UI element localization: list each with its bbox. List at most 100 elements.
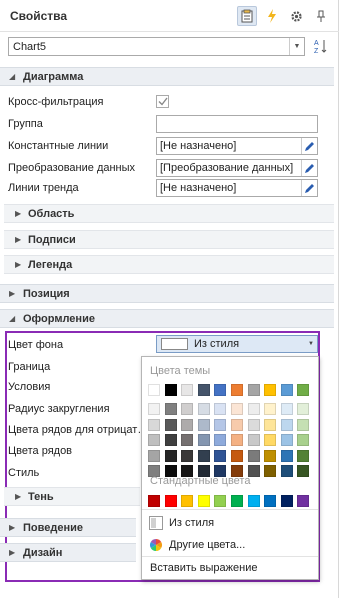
theme-shade-swatch[interactable] xyxy=(280,434,293,446)
theme-shade-swatch[interactable] xyxy=(247,434,260,446)
theme-shade-swatch[interactable] xyxy=(280,465,293,477)
prop-conditions-label: Условия xyxy=(8,381,51,393)
theme-shade-swatch[interactable] xyxy=(264,403,277,415)
theme-color-swatch[interactable] xyxy=(181,384,194,396)
theme-shade-swatch[interactable] xyxy=(148,403,160,415)
theme-shade-swatch[interactable] xyxy=(264,465,277,477)
gear-icon[interactable] xyxy=(286,6,306,26)
theme-shade-swatch[interactable] xyxy=(181,449,194,462)
theme-shade-swatch[interactable] xyxy=(214,403,227,415)
data-transform-value: [Преобразование данных] xyxy=(160,162,294,174)
standard-color-swatch[interactable] xyxy=(280,495,293,507)
subsection-area[interactable]: ▶ Область xyxy=(4,204,334,223)
subsection-legend[interactable]: ▶ Легенда xyxy=(4,255,334,274)
edit-pencil-icon[interactable] xyxy=(301,160,317,176)
theme-shade-swatch[interactable] xyxy=(214,434,227,446)
standard-color-swatch[interactable] xyxy=(214,495,227,507)
section-position[interactable]: ▶ Позиция xyxy=(0,284,334,303)
standard-color-swatch[interactable] xyxy=(247,495,260,507)
const-lines-field[interactable]: [Не назначено] xyxy=(156,137,318,155)
subsection-shadow[interactable]: ▶ Тень xyxy=(4,487,140,506)
theme-color-swatch[interactable] xyxy=(264,384,277,396)
theme-shade-swatch[interactable] xyxy=(247,403,260,415)
properties-icon[interactable] xyxy=(237,6,257,26)
theme-shade-swatch[interactable] xyxy=(247,449,260,462)
theme-shade-swatch[interactable] xyxy=(164,418,177,431)
theme-color-swatch[interactable] xyxy=(214,384,227,396)
theme-shade-swatch[interactable] xyxy=(148,449,160,462)
theme-shade-swatch[interactable] xyxy=(197,418,210,431)
theme-shade-swatch[interactable] xyxy=(231,449,243,462)
sort-az-icon[interactable]: AZ xyxy=(311,36,331,56)
theme-shade-swatch[interactable] xyxy=(297,465,310,477)
standard-color-swatch[interactable] xyxy=(197,495,210,507)
trend-lines-value: [Не назначено] xyxy=(160,182,237,194)
section-behavior[interactable]: ▶ Поведение xyxy=(0,518,136,537)
theme-shade-swatch[interactable] xyxy=(264,418,277,431)
section-diagram[interactable]: ◢ Диаграмма xyxy=(0,67,334,86)
theme-shade-swatch[interactable] xyxy=(264,449,277,462)
group-input[interactable] xyxy=(156,115,318,133)
trend-lines-field[interactable]: [Не назначено] xyxy=(156,179,318,197)
standard-color-swatch[interactable] xyxy=(264,495,277,507)
theme-color-swatch[interactable] xyxy=(164,384,177,396)
theme-color-swatch[interactable] xyxy=(247,384,260,396)
theme-shade-swatch[interactable] xyxy=(231,434,243,446)
theme-shade-swatch[interactable] xyxy=(214,449,227,462)
prop-border-label: Граница xyxy=(8,361,51,373)
cross-filter-checkbox[interactable] xyxy=(156,95,169,108)
more-colors-menu-item[interactable]: Другие цвета... xyxy=(148,535,312,555)
object-selector[interactable]: Chart5 ▼ xyxy=(8,37,305,56)
theme-shade-swatch[interactable] xyxy=(297,434,310,446)
theme-shade-swatch[interactable] xyxy=(231,418,243,431)
insert-expression-label: Вставить выражение xyxy=(150,562,258,574)
subsection-labels[interactable]: ▶ Подписи xyxy=(4,230,334,249)
theme-shade-swatch[interactable] xyxy=(164,403,177,415)
theme-shade-swatch[interactable] xyxy=(164,449,177,462)
edit-pencil-icon[interactable] xyxy=(301,180,317,196)
standard-color-swatch[interactable] xyxy=(164,495,177,507)
theme-shade-swatch[interactable] xyxy=(148,434,160,446)
theme-shade-swatch[interactable] xyxy=(280,449,293,462)
theme-shade-swatch[interactable] xyxy=(297,403,310,415)
section-appearance[interactable]: ◢ Оформление xyxy=(0,309,334,328)
theme-shade-swatch[interactable] xyxy=(181,403,194,415)
theme-shade-swatch[interactable] xyxy=(164,434,177,446)
background-color-combo[interactable]: Из стиля ▼ xyxy=(156,335,318,353)
theme-color-swatch[interactable] xyxy=(148,384,160,396)
expand-arrow-icon: ▶ xyxy=(9,548,16,557)
standard-color-swatch[interactable] xyxy=(148,495,160,507)
theme-shade-swatch[interactable] xyxy=(297,418,310,431)
insert-expression-menu-item[interactable]: Вставить выражение xyxy=(148,558,312,578)
theme-shade-swatch[interactable] xyxy=(280,418,293,431)
edit-pencil-icon[interactable] xyxy=(301,138,317,154)
theme-shade-swatch[interactable] xyxy=(297,449,310,462)
theme-color-swatch[interactable] xyxy=(231,384,243,396)
collapse-arrow-icon: ◢ xyxy=(9,314,16,323)
from-style-menu-item[interactable]: Из стиля xyxy=(148,513,312,533)
standard-color-swatch[interactable] xyxy=(297,495,310,507)
data-transform-field[interactable]: [Преобразование данных] xyxy=(156,159,318,177)
theme-shade-swatch[interactable] xyxy=(280,403,293,415)
theme-shade-swatch[interactable] xyxy=(197,403,210,415)
chevron-down-icon[interactable]: ▼ xyxy=(289,38,304,55)
theme-shade-swatch[interactable] xyxy=(214,418,227,431)
section-appearance-label: Оформление xyxy=(23,313,95,325)
chevron-down-icon[interactable]: ▼ xyxy=(308,341,314,347)
events-icon[interactable] xyxy=(262,6,282,26)
theme-shade-swatch[interactable] xyxy=(197,449,210,462)
theme-color-swatch[interactable] xyxy=(197,384,210,396)
standard-color-swatch[interactable] xyxy=(181,495,194,507)
theme-shade-swatch[interactable] xyxy=(264,434,277,446)
pin-icon[interactable] xyxy=(311,6,331,26)
theme-shade-swatch[interactable] xyxy=(197,434,210,446)
theme-shade-swatch[interactable] xyxy=(148,418,160,431)
theme-color-swatch[interactable] xyxy=(280,384,293,396)
standard-color-swatch[interactable] xyxy=(231,495,243,507)
theme-shade-swatch[interactable] xyxy=(231,403,243,415)
theme-color-swatch[interactable] xyxy=(297,384,310,396)
theme-shade-swatch[interactable] xyxy=(181,434,194,446)
theme-shade-swatch[interactable] xyxy=(181,418,194,431)
theme-shade-swatch[interactable] xyxy=(247,418,260,431)
section-design[interactable]: ▶ Дизайн xyxy=(0,543,136,562)
